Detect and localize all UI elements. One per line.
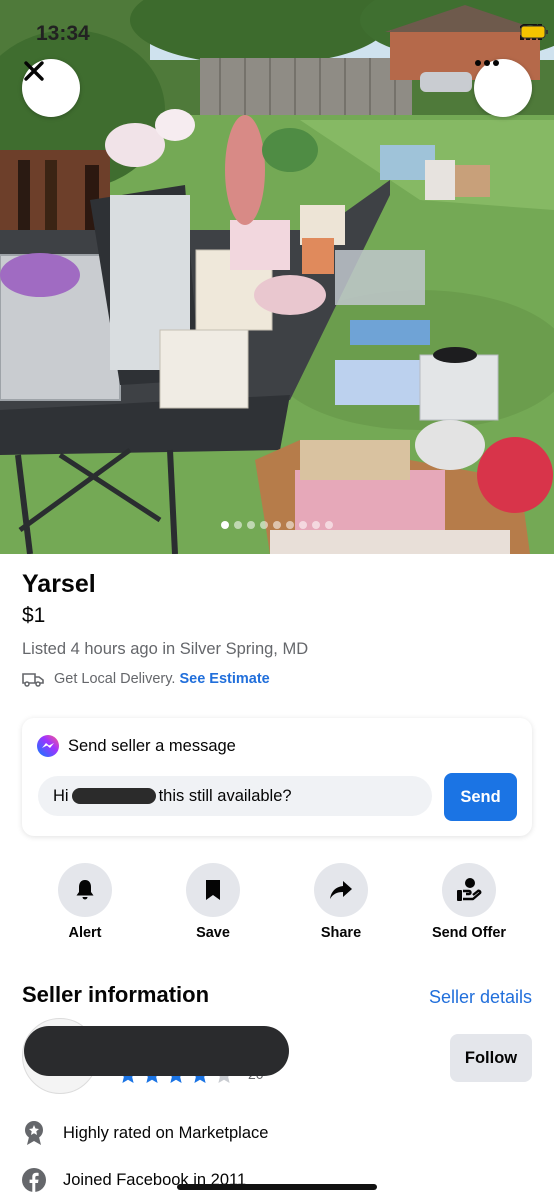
save-icon-circle (186, 863, 240, 917)
pagination-dot[interactable] (260, 521, 268, 529)
pagination-dot[interactable] (221, 521, 229, 529)
bookmark-icon (206, 880, 220, 900)
listing-title: Yarsel (22, 570, 96, 598)
see-estimate-link[interactable]: See Estimate (179, 671, 269, 687)
redacted-text (71, 788, 156, 804)
alert-icon-circle (58, 863, 112, 917)
message-seller-card: Send seller a message Hi this still avai… (22, 718, 532, 836)
save-label: Save (196, 925, 230, 941)
alert-button[interactable]: Alert (30, 863, 140, 941)
photo-pagination-dots[interactable] (0, 521, 554, 529)
messenger-icon (37, 735, 59, 757)
yard-sale-photo (0, 0, 554, 554)
save-button[interactable]: Save (158, 863, 268, 941)
send-button[interactable]: Send (444, 773, 517, 821)
status-time: 13:34 (36, 22, 90, 45)
share-label: Share (320, 925, 362, 941)
truck-icon (22, 673, 44, 687)
follow-button[interactable]: Follow (450, 1034, 532, 1082)
send-offer-icon-circle (442, 863, 496, 917)
send-offer-button[interactable]: Send Offer (414, 863, 524, 941)
close-button[interactable] (22, 59, 80, 117)
listing-photo[interactable]: 13:34 (0, 0, 554, 554)
badge-highly-rated: Highly rated on Marketplace (22, 1120, 268, 1146)
pagination-dot[interactable] (325, 521, 333, 529)
status-bar: 13:34 (0, 18, 554, 48)
alert-label: Alert (68, 925, 102, 941)
message-input[interactable]: Hi this still available? (38, 776, 432, 816)
pagination-dot[interactable] (286, 521, 294, 529)
pagination-dot[interactable] (234, 521, 242, 529)
more-options-button[interactable] (474, 59, 532, 117)
offer-hand-icon (457, 878, 482, 901)
pagination-dot[interactable] (312, 521, 320, 529)
message-prefix: Hi (53, 786, 69, 805)
home-indicator[interactable] (177, 1184, 377, 1190)
delivery-row: Get Local Delivery. See Estimate (22, 671, 270, 687)
more-icon (475, 60, 499, 66)
share-button[interactable]: Share (286, 863, 396, 941)
seller-section-title: Seller information (22, 982, 210, 1007)
bell-icon (76, 880, 94, 900)
delivery-text: Get Local Delivery. (54, 671, 176, 687)
facebook-icon (22, 1168, 46, 1192)
redacted-seller-name (24, 1026, 289, 1076)
share-arrow-icon (330, 881, 352, 899)
pagination-dot[interactable] (299, 521, 307, 529)
close-icon (24, 61, 44, 81)
pagination-dot[interactable] (273, 521, 281, 529)
share-icon-circle (314, 863, 368, 917)
pagination-dot[interactable] (247, 521, 255, 529)
message-header: Send seller a message (37, 735, 236, 757)
send-offer-label: Send Offer (431, 925, 507, 941)
message-suffix: this still available? (158, 786, 292, 805)
award-badge-icon (25, 1121, 43, 1145)
battery-icon (520, 25, 548, 39)
seller-details-link[interactable]: Seller details (429, 987, 532, 1008)
badge-highly-rated-text: Highly rated on Marketplace (63, 1123, 269, 1142)
message-header-label: Send seller a message (68, 736, 236, 755)
listing-meta: Listed 4 hours ago in Silver Spring, MD (22, 640, 309, 658)
action-bar: Alert Save Share Send Offer (22, 863, 532, 943)
listing-price: $1 (22, 604, 46, 627)
